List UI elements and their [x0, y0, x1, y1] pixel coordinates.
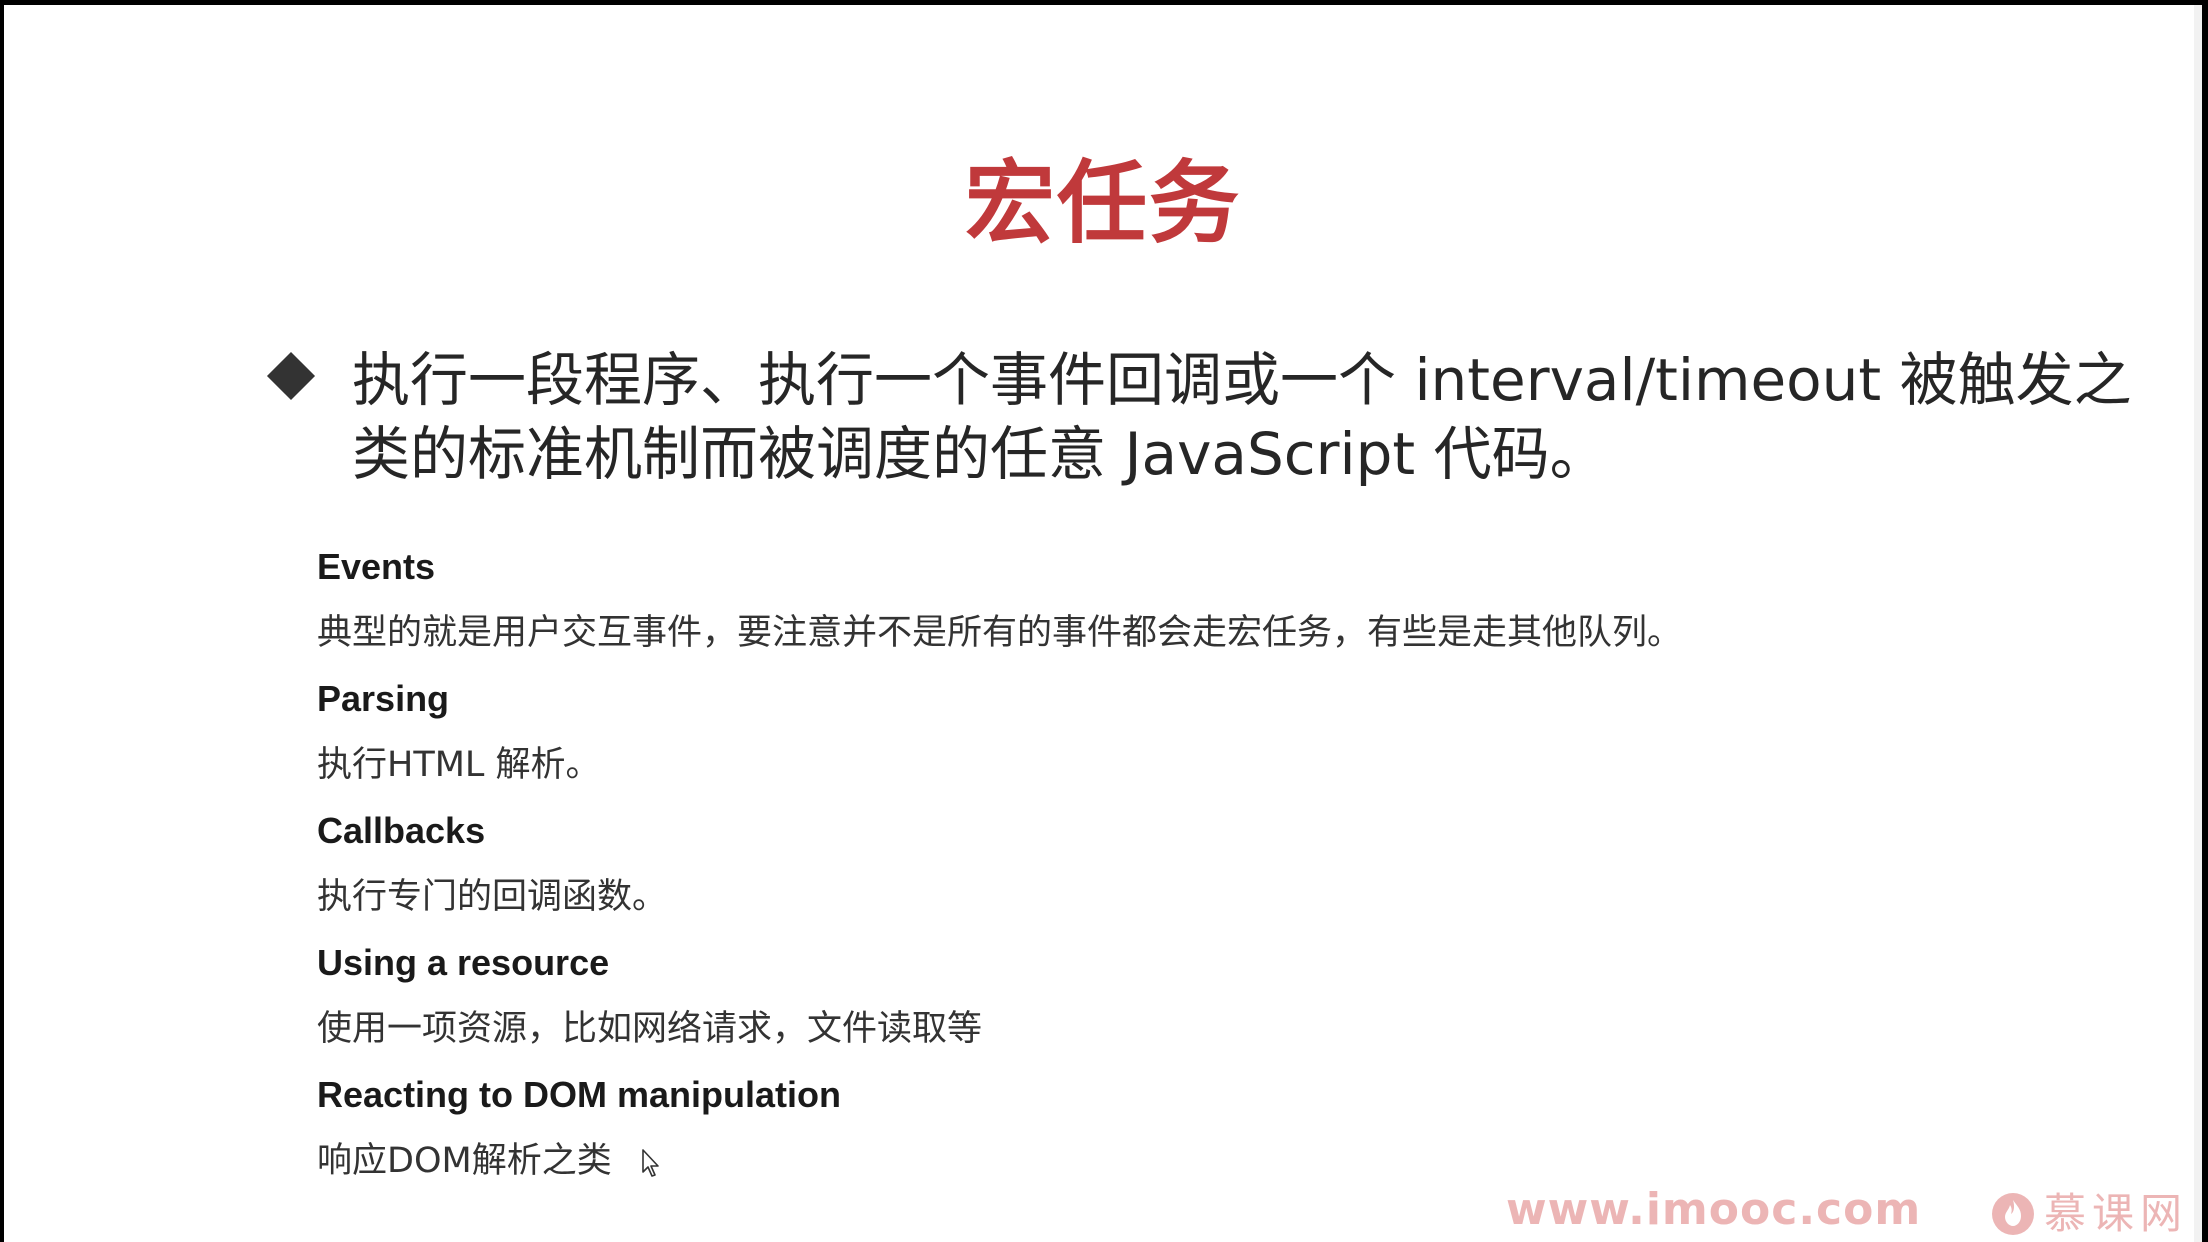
list-item: Parsing 执行HTML 解析。: [317, 671, 2017, 803]
list-item: Callbacks 执行专门的回调函数。: [317, 803, 2017, 935]
item-heading: Events: [317, 546, 436, 587]
brand-watermark: 慕课网: [1990, 1188, 2188, 1240]
item-description: 使用一项资源，比如网络请求，文件读取等: [317, 1009, 983, 1049]
bullet-text: 执行一段程序、执行一个事件回调或一个 interval/timeout 被触发之…: [352, 346, 2132, 488]
diamond-bullet-icon: [266, 351, 316, 401]
list-item: Events 典型的就是用户交互事件，要注意并不是所有的事件都会走宏任务，有些是…: [317, 539, 2017, 671]
item-heading: Parsing: [317, 678, 450, 719]
item-description: 执行HTML 解析。: [317, 745, 601, 785]
list-item: Reacting to DOM manipulation 响应DOM解析之类: [317, 1067, 2017, 1199]
task-type-list: Events 典型的就是用户交互事件，要注意并不是所有的事件都会走宏任务，有些是…: [317, 539, 2017, 1199]
item-heading: Reacting to DOM manipulation: [317, 1074, 842, 1115]
flame-logo-icon: [1992, 1193, 2034, 1235]
brand-name: 慕课网: [2044, 1189, 2189, 1238]
slide-title: 宏任务: [965, 151, 1241, 256]
mouse-cursor-icon: [642, 1149, 659, 1177]
item-heading: Callbacks: [317, 810, 486, 851]
slide: 宏任务 执行一段程序、执行一个事件回调或一个 interval/timeout …: [4, 5, 2202, 1242]
item-description: 执行专门的回调函数。: [317, 877, 668, 917]
item-heading: Using a resource: [317, 942, 610, 983]
item-description: 典型的就是用户交互事件，要注意并不是所有的事件都会走宏任务，有些是走其他队列。: [317, 613, 1683, 653]
watermark-url: www.imooc.com: [1506, 1184, 1922, 1235]
list-item: Using a resource 使用一项资源，比如网络请求，文件读取等: [317, 935, 2017, 1067]
